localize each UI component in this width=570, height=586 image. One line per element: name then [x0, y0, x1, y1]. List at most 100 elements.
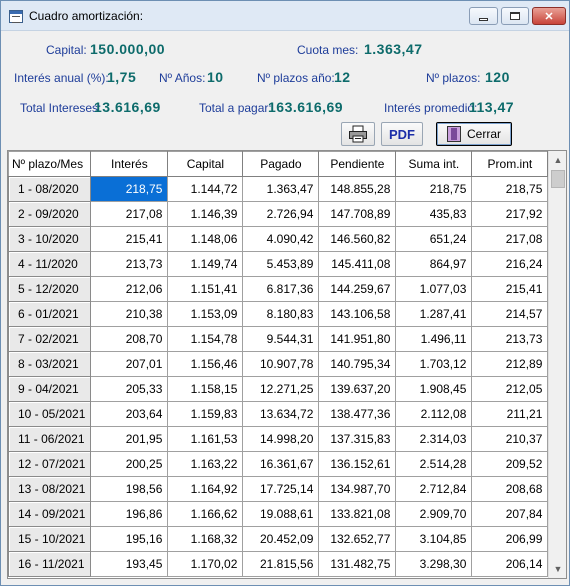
- table-cell[interactable]: 864,97: [395, 251, 473, 277]
- table-cell[interactable]: 212,05: [471, 376, 549, 402]
- table-cell[interactable]: 207,84: [471, 501, 549, 527]
- table-cell[interactable]: 213,73: [471, 326, 549, 352]
- table-cell[interactable]: 134.987,70: [318, 476, 397, 502]
- scroll-thumb[interactable]: [551, 170, 565, 188]
- table-cell[interactable]: 1.170,02: [167, 551, 244, 577]
- table-cell[interactable]: 1.154,78: [167, 326, 244, 352]
- table-cell[interactable]: 4.090,42: [242, 226, 320, 252]
- row-header-cell[interactable]: 15 - 10/2021: [8, 526, 92, 552]
- table-cell[interactable]: 1.164,92: [167, 476, 244, 502]
- row-header-cell[interactable]: 14 - 09/2021: [8, 501, 92, 527]
- table-cell[interactable]: 1.163,22: [167, 451, 244, 477]
- table-cell[interactable]: 131.482,75: [318, 551, 397, 577]
- row-header-cell[interactable]: 8 - 03/2021: [8, 351, 92, 377]
- table-cell[interactable]: 1.144,72: [167, 176, 244, 202]
- table-cell[interactable]: 200,25: [90, 451, 169, 477]
- table-cell[interactable]: 1.149,74: [167, 251, 244, 277]
- row-header-cell[interactable]: 5 - 12/2020: [8, 276, 92, 302]
- table-cell[interactable]: 206,99: [471, 526, 549, 552]
- table-cell[interactable]: 10.907,78: [242, 351, 320, 377]
- row-header-cell[interactable]: 2 - 09/2020: [8, 201, 92, 227]
- table-cell[interactable]: 217,92: [471, 201, 549, 227]
- column-header[interactable]: Pendiente: [318, 151, 397, 177]
- table-cell[interactable]: 20.452,09: [242, 526, 320, 552]
- table-cell[interactable]: 139.637,20: [318, 376, 397, 402]
- table-cell[interactable]: 14.998,20: [242, 426, 320, 452]
- table-cell[interactable]: 2.514,28: [395, 451, 473, 477]
- row-header-cell[interactable]: 12 - 07/2021: [8, 451, 92, 477]
- column-header[interactable]: Prom.int: [471, 151, 549, 177]
- table-cell[interactable]: 218,75: [471, 176, 549, 202]
- table-cell[interactable]: 1.363,47: [242, 176, 320, 202]
- table-cell[interactable]: 651,24: [395, 226, 473, 252]
- row-header-cell[interactable]: 4 - 11/2020: [8, 251, 92, 277]
- row-header-cell[interactable]: 7 - 02/2021: [8, 326, 92, 352]
- table-cell[interactable]: 3.104,85: [395, 526, 473, 552]
- table-cell[interactable]: 136.152,61: [318, 451, 397, 477]
- table-cell[interactable]: 145.411,08: [318, 251, 397, 277]
- table-cell[interactable]: 1.077,03: [395, 276, 473, 302]
- table-cell[interactable]: 16.361,67: [242, 451, 320, 477]
- table-cell[interactable]: 218,75: [395, 176, 473, 202]
- table-cell[interactable]: 208,68: [471, 476, 549, 502]
- table-cell[interactable]: 1.151,41: [167, 276, 244, 302]
- table-cell[interactable]: 215,41: [90, 226, 169, 252]
- table-cell[interactable]: 1.159,83: [167, 401, 244, 427]
- table-cell[interactable]: 213,73: [90, 251, 169, 277]
- row-header-cell[interactable]: 16 - 11/2021: [8, 551, 92, 577]
- table-cell[interactable]: 215,41: [471, 276, 549, 302]
- table-cell[interactable]: 17.725,14: [242, 476, 320, 502]
- cerrar-button[interactable]: Cerrar: [436, 122, 512, 146]
- column-header[interactable]: Capital: [167, 151, 244, 177]
- column-header[interactable]: Pagado: [242, 151, 320, 177]
- column-header[interactable]: Suma int.: [395, 151, 473, 177]
- table-cell[interactable]: 208,70: [90, 326, 169, 352]
- table-cell[interactable]: 210,38: [90, 301, 169, 327]
- table-cell[interactable]: 211,21: [471, 401, 549, 427]
- amortization-grid[interactable]: Nº plazo/Mes Interés Capital Pagado Pendient…: [7, 150, 567, 579]
- table-cell[interactable]: 12.271,25: [242, 376, 320, 402]
- print-button[interactable]: [341, 122, 375, 146]
- table-cell[interactable]: 19.088,61: [242, 501, 320, 527]
- minimize-button[interactable]: [469, 7, 498, 25]
- table-cell[interactable]: 2.726,94: [242, 201, 320, 227]
- table-cell[interactable]: 21.815,56: [242, 551, 320, 577]
- table-cell[interactable]: 193,45: [90, 551, 169, 577]
- table-cell[interactable]: 8.180,83: [242, 301, 320, 327]
- table-cell[interactable]: 1.158,15: [167, 376, 244, 402]
- table-cell[interactable]: 206,14: [471, 551, 549, 577]
- table-cell[interactable]: 214,57: [471, 301, 549, 327]
- vertical-scrollbar[interactable]: ▲ ▼: [548, 151, 566, 578]
- table-cell[interactable]: 217,08: [90, 201, 169, 227]
- scroll-up-arrow-icon[interactable]: ▲: [550, 152, 566, 168]
- row-header-cell[interactable]: 3 - 10/2020: [8, 226, 92, 252]
- table-cell[interactable]: 201,95: [90, 426, 169, 452]
- table-cell[interactable]: 196,86: [90, 501, 169, 527]
- table-cell[interactable]: 143.106,58: [318, 301, 397, 327]
- table-cell[interactable]: 195,16: [90, 526, 169, 552]
- table-cell[interactable]: 141.951,80: [318, 326, 397, 352]
- row-header-cell[interactable]: 1 - 08/2020: [8, 176, 92, 202]
- table-cell[interactable]: 146.560,82: [318, 226, 397, 252]
- table-cell[interactable]: 1.496,11: [395, 326, 473, 352]
- table-cell[interactable]: 3.298,30: [395, 551, 473, 577]
- table-cell[interactable]: 1.148,06: [167, 226, 244, 252]
- table-cell[interactable]: 1.161,53: [167, 426, 244, 452]
- table-cell[interactable]: 2.909,70: [395, 501, 473, 527]
- pdf-button[interactable]: PDF: [381, 122, 423, 146]
- table-cell[interactable]: 1.153,09: [167, 301, 244, 327]
- table-cell[interactable]: 209,52: [471, 451, 549, 477]
- row-header-cell[interactable]: 13 - 08/2021: [8, 476, 92, 502]
- table-cell[interactable]: 203,64: [90, 401, 169, 427]
- title-bar[interactable]: Cuadro amortización: ✕: [1, 1, 569, 31]
- row-header-cell[interactable]: 6 - 01/2021: [8, 301, 92, 327]
- table-cell[interactable]: 217,08: [471, 226, 549, 252]
- table-cell[interactable]: 5.453,89: [242, 251, 320, 277]
- selected-table-cell[interactable]: 218,75: [90, 176, 169, 202]
- table-cell[interactable]: 147.708,89: [318, 201, 397, 227]
- column-header[interactable]: Nº plazo/Mes: [8, 151, 92, 177]
- table-cell[interactable]: 205,33: [90, 376, 169, 402]
- table-cell[interactable]: 207,01: [90, 351, 169, 377]
- table-cell[interactable]: 210,37: [471, 426, 549, 452]
- table-cell[interactable]: 144.259,67: [318, 276, 397, 302]
